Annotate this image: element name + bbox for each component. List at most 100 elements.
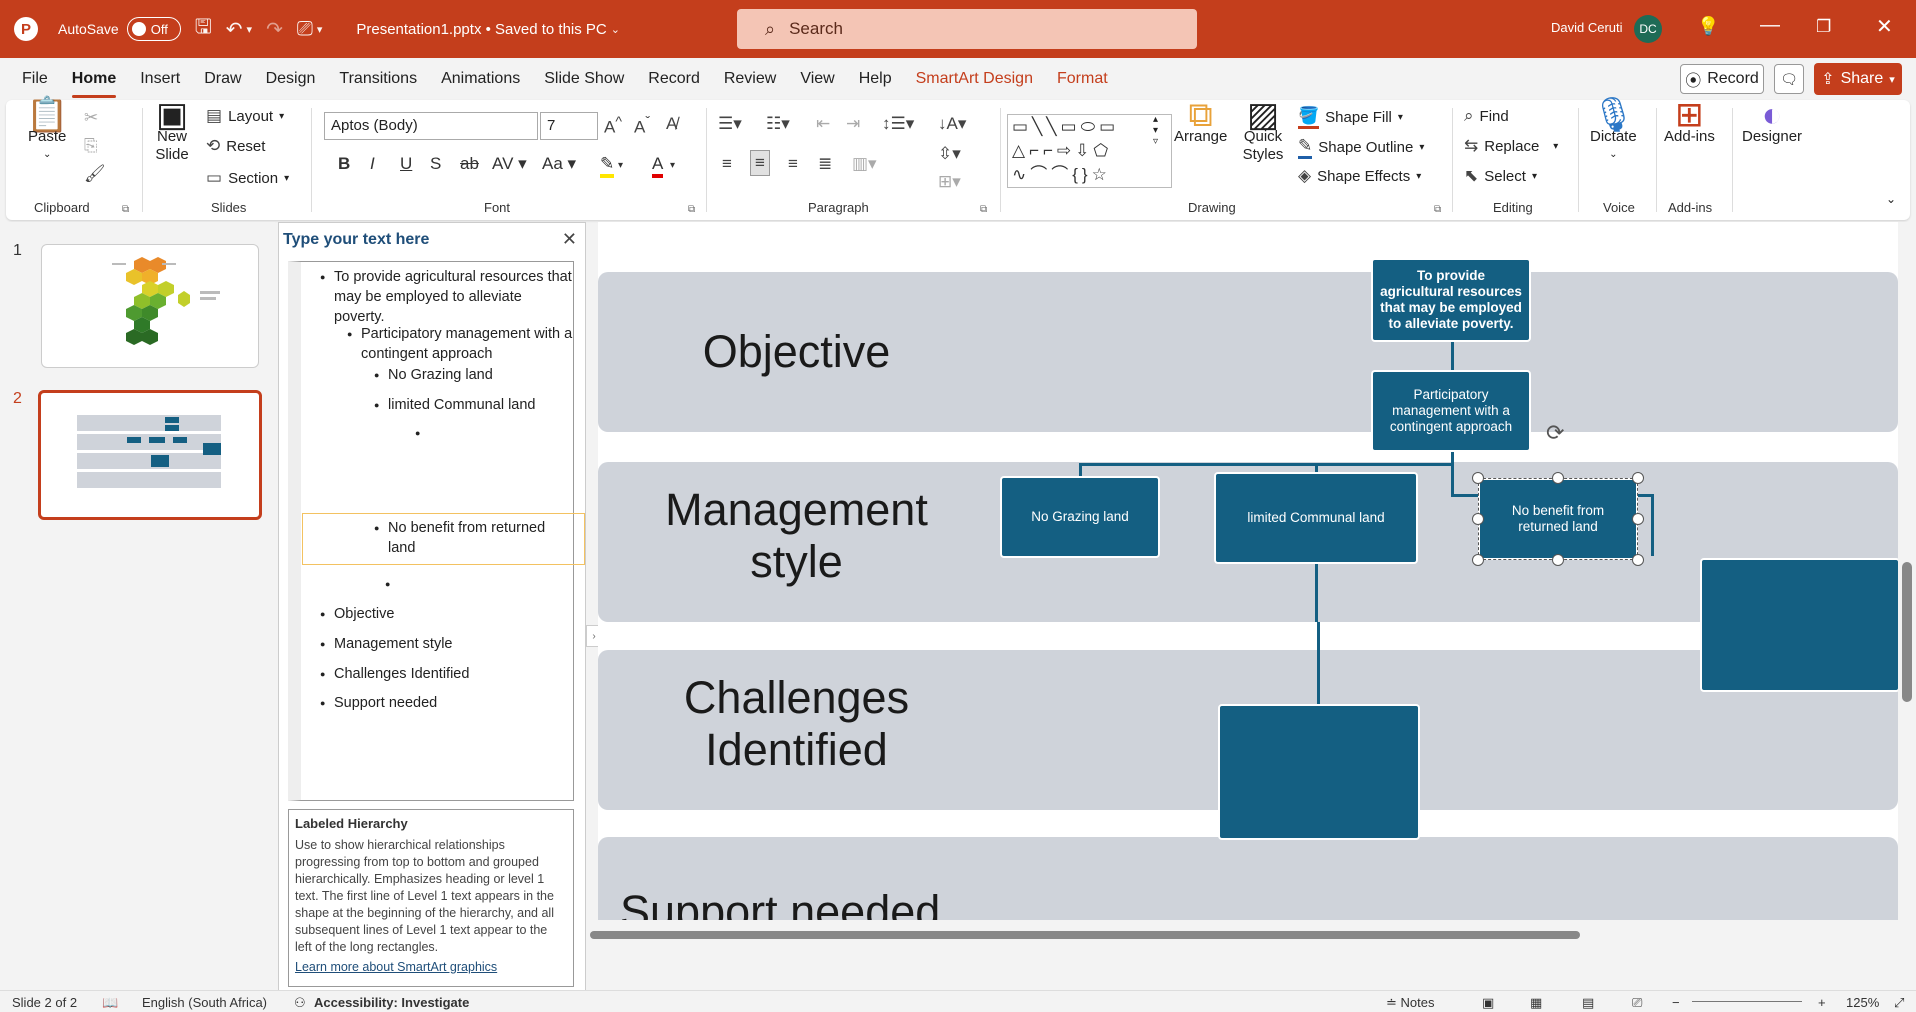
font-launcher-icon[interactable]: ⧉ [688,204,695,215]
customize-toolbar-icon[interactable]: ▾ [317,23,323,36]
avatar[interactable]: DC [1634,15,1662,43]
redo-icon[interactable]: ↷ [266,17,283,42]
tab-help[interactable]: Help [859,66,892,92]
list-item[interactable]: To provide agricultural resources that m… [320,267,574,327]
band-label-objective[interactable]: Objective [598,326,995,378]
comments-button[interactable]: 🗨 [1774,64,1804,94]
node-top[interactable]: To provide agricultural resources that m… [1371,258,1531,342]
designer-button[interactable]: ◐ Designer [1742,98,1802,146]
restore-icon[interactable]: ❐ [1816,17,1831,37]
resize-handle[interactable] [1472,472,1484,484]
file-name-chevron-icon[interactable]: ⌄ [611,23,620,36]
learn-more-link[interactable]: Learn more about SmartArt graphics [295,960,567,974]
arrange-button[interactable]: ⧉ Arrange [1174,98,1227,146]
tab-format[interactable]: Format [1057,66,1108,92]
tab-transitions[interactable]: Transitions [339,66,417,92]
align-left-icon[interactable]: ≡ [722,154,732,174]
tab-view[interactable]: View [800,66,834,92]
shapes-gallery-scroll-icon[interactable]: ▴ ▾ ▿ [1153,114,1158,147]
node-empty-right[interactable] [1700,558,1898,692]
collapse-ribbon-icon[interactable]: ⌄ [1886,192,1896,206]
resize-handle[interactable] [1632,554,1644,566]
tab-draw[interactable]: Draw [204,66,241,92]
resize-handle[interactable] [1552,472,1564,484]
font-color-dropdown-icon[interactable]: ▾ [670,160,675,171]
zoom-level[interactable]: 125% [1846,995,1879,1010]
scroll-thumb[interactable] [1902,562,1912,702]
present-icon[interactable]: ⎚ [297,18,313,41]
decrease-indent-icon[interactable]: ⇤ [816,114,830,134]
resize-handle[interactable] [1632,472,1644,484]
font-size-select[interactable]: 7 [540,112,598,140]
save-icon[interactable]: 🖫 [195,12,212,46]
font-color-icon[interactable]: A [652,154,664,178]
vertical-scrollbar[interactable] [1898,222,1916,920]
numbering-icon[interactable]: ☷▾ [766,114,790,134]
copy-icon[interactable]: ⎘ [84,136,98,156]
empty-bullet[interactable]: ● [385,579,390,589]
scroll-thumb[interactable] [590,931,1580,939]
search-box[interactable]: ⌕ Search [737,9,1197,49]
empty-bullet[interactable]: ● [415,428,420,438]
minimize-icon[interactable]: — [1760,14,1780,37]
convert-smartart-icon[interactable]: ⊞▾ [938,172,961,192]
resize-handle[interactable] [1632,513,1644,525]
text-direction-icon[interactable]: ↓A▾ [938,114,966,134]
shapes-gallery[interactable]: ▭╲╲▭⬭▭ △⌐⌐⇨⇩⬠ ∿⌒⌒{}☆ [1007,114,1172,188]
text-pane-list[interactable]: To provide agricultural resources that m… [288,261,585,801]
tab-review[interactable]: Review [724,66,776,92]
justify-icon[interactable]: ≣ [818,154,832,174]
node-limited-communal[interactable]: limited Communal land [1214,472,1418,564]
quick-styles-button[interactable]: ▨ Quick Styles [1236,98,1290,164]
spell-check-icon[interactable]: 📖 [102,995,118,1011]
tab-design[interactable]: Design [266,66,316,92]
close-icon[interactable]: ✕ [562,229,577,250]
slideshow-icon[interactable]: ⎚ [1632,995,1642,1011]
increase-indent-icon[interactable]: ⇥ [846,114,860,134]
cut-icon[interactable]: ✂ [84,108,98,128]
strikethrough-icon[interactable]: ab [460,154,479,174]
columns-icon[interactable]: ▥▾ [852,154,877,174]
node-empty-challenges[interactable] [1218,704,1420,840]
record-button[interactable]: ⦿ Record [1680,64,1764,94]
band-label-management[interactable]: Management style [598,484,995,588]
undo-icon[interactable]: ↶ [226,17,243,42]
shape-outline-button[interactable]: ✎ Shape Outline ▾ [1298,136,1424,159]
dictate-button[interactable]: 🎙 Dictate ⌄ [1590,98,1637,164]
undo-dropdown-icon[interactable]: ▾ [247,23,253,36]
notes-button[interactable]: ≐ Notes [1386,995,1434,1011]
layout-button[interactable]: ▤ Layout ▾ [206,106,284,126]
shape-effects-button[interactable]: ◈ Shape Effects ▾ [1298,166,1421,186]
character-spacing-icon[interactable]: AV ▾ [492,154,527,174]
slide-thumbnail-1[interactable] [41,244,259,368]
tab-home[interactable]: Home [71,66,117,98]
shrink-font-icon[interactable]: Aˇ [634,114,650,138]
zoom-out-icon[interactable]: − [1672,995,1680,1010]
share-button[interactable]: ⇪ Share ▾ [1814,63,1902,95]
section-button[interactable]: ▭ Section ▾ [206,168,289,188]
zoom-slider[interactable] [1692,1001,1802,1002]
autosave-toggle[interactable]: Off [126,17,181,41]
band-label-support[interactable]: Support needed [620,886,980,920]
shape-fill-button[interactable]: 🪣 Shape Fill ▾ [1298,106,1403,129]
align-text-icon[interactable]: ⇳▾ [938,144,961,164]
bullets-icon[interactable]: ☰▾ [718,114,742,134]
list-item[interactable]: Objective [320,604,574,624]
language-indicator[interactable]: English (South Africa) [142,995,267,1010]
horizontal-scrollbar[interactable] [586,924,1898,946]
close-icon[interactable]: ✕ [1876,14,1893,39]
lightbulb-icon[interactable]: 💡 [1697,16,1719,37]
node-management[interactable]: Participatory management with a continge… [1371,370,1531,452]
format-painter-icon[interactable]: 🖌 [84,164,106,184]
node-no-grazing[interactable]: No Grazing land [1000,476,1160,558]
tab-file[interactable]: File [22,66,48,92]
tab-animations[interactable]: Animations [441,66,520,92]
zoom-in-icon[interactable]: + [1818,995,1826,1010]
fit-to-window-icon[interactable]: ⤢ [1894,995,1904,1011]
bold-icon[interactable]: B [338,154,350,174]
paste-button[interactable]: 📋 Paste ⌄ [26,98,68,164]
resize-handle[interactable] [1472,513,1484,525]
font-family-select[interactable]: Aptos (Body) [324,112,538,140]
file-name[interactable]: Presentation1.pptx • Saved to this PC [356,21,606,38]
paragraph-launcher-icon[interactable]: ⧉ [980,204,987,215]
